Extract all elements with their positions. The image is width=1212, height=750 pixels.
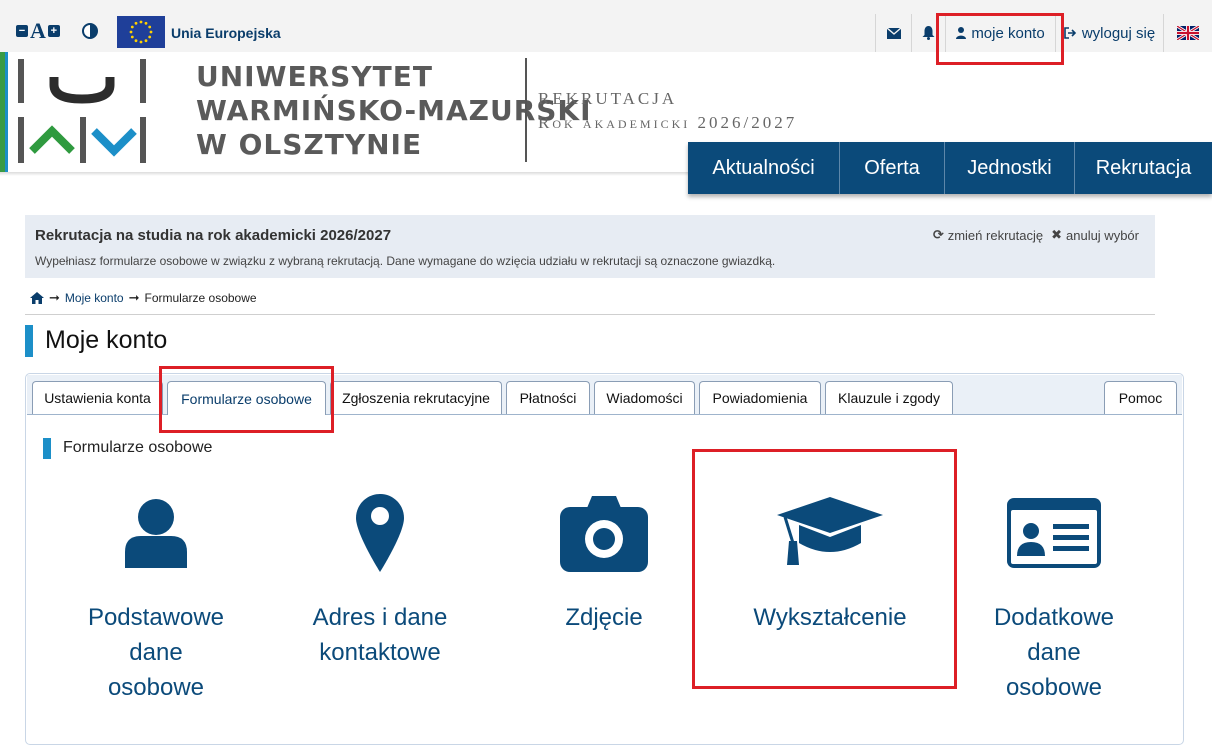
accessibility-controls: − A +	[16, 20, 60, 42]
university-logo[interactable]	[10, 57, 160, 167]
map-marker-icon	[270, 488, 490, 578]
decrease-font-icon[interactable]: −	[16, 25, 28, 37]
uk-flag-icon	[1177, 26, 1199, 40]
my-account-link[interactable]: moje konto	[945, 14, 1055, 52]
tab-personal-forms[interactable]: Formularze osobowe	[167, 381, 326, 415]
tab-notifications[interactable]: Powiadomienia	[699, 381, 821, 414]
recruitment-info-box: Rekrutacja na studia na rok akademicki 2…	[25, 215, 1155, 278]
page-title-accent	[25, 325, 33, 357]
tab-help[interactable]: Pomoc	[1104, 381, 1177, 414]
logout-link[interactable]: wyloguj się	[1055, 14, 1163, 52]
nav-item-aktualnosci[interactable]: Aktualności	[688, 142, 840, 194]
recruitment-heading: REKRUTACJA	[538, 89, 678, 108]
cancel-selection-link[interactable]: ✖ anuluj wybór	[1051, 227, 1139, 243]
page-title: Moje konto	[45, 326, 168, 354]
user-icon	[46, 488, 266, 578]
contrast-icon[interactable]	[82, 23, 98, 39]
envelope-icon	[886, 27, 901, 39]
tab-clauses-consents[interactable]: Klauzule i zgody	[825, 381, 953, 414]
university-name-line1: UNIWERSYTET	[196, 60, 433, 93]
cancel-selection-label: anuluj wybór	[1066, 227, 1139, 243]
tab-messages[interactable]: Wiadomości	[594, 381, 695, 414]
university-name-line3: W OLSZTYNIE	[196, 128, 423, 161]
logout-label: wyloguj się	[1081, 24, 1156, 42]
breadcrumb-current: Formularze osobowe	[144, 291, 257, 305]
refresh-icon: ⟳	[932, 227, 944, 242]
section-title: Formularze osobowe	[63, 439, 213, 456]
breadcrumb-arrow-icon: ➞	[128, 290, 140, 305]
card-basic-personal-data-label: Podstawowe dane osobowe	[87, 604, 225, 701]
recruitment-actions: ⟳ zmień rekrutację ✖ anuluj wybór	[925, 227, 1139, 243]
tab-recruitment-applications[interactable]: Zgłoszenia rekrutacyjne	[330, 381, 502, 414]
eu-label: Unia Europejska	[171, 25, 281, 41]
bell-icon	[922, 26, 935, 40]
notifications-button[interactable]	[911, 14, 945, 52]
card-address-contact-label: Adres i dane kontaktowe	[312, 604, 448, 666]
university-name: UNIWERSYTET WARMIŃSKO-MAZURSKI W OLSZTYN…	[196, 60, 592, 162]
academic-year-heading: Rok akademicki 2026/2027	[538, 113, 798, 132]
card-additional-personal-data-label: Dodatkowe dane osobowe	[993, 604, 1115, 701]
tab-payments[interactable]: Płatności	[506, 381, 590, 414]
nav-item-oferta[interactable]: Oferta	[840, 142, 945, 194]
header-shadow	[0, 172, 690, 176]
home-icon[interactable]	[30, 292, 44, 304]
card-photo[interactable]: Zdjęcie	[494, 488, 714, 635]
change-recruitment-label: zmień rekrutację	[947, 227, 1044, 243]
card-additional-personal-data[interactable]: Dodatkowe dane osobowe	[944, 488, 1164, 705]
card-education[interactable]: Wykształcenie	[720, 488, 940, 635]
breadcrumb-arrow-icon: ➞	[49, 290, 60, 305]
font-size-icon[interactable]: A	[30, 20, 46, 42]
section-title-accent	[43, 438, 51, 459]
header-accent-blue	[5, 52, 8, 172]
nav-item-rekrutacja[interactable]: Rekrutacja	[1075, 142, 1212, 194]
breadcrumb-divider	[25, 314, 1155, 315]
recruitment-info-title: Rekrutacja na studia na rok akademicki 2…	[35, 227, 392, 244]
card-photo-label: Zdjęcie	[565, 604, 643, 631]
card-address-contact[interactable]: Adres i dane kontaktowe	[270, 488, 490, 670]
sign-out-icon	[1064, 27, 1076, 39]
language-english-button[interactable]	[1163, 14, 1212, 52]
camera-icon	[494, 488, 714, 578]
eu-flag-icon	[117, 16, 165, 48]
main-navigation: Aktualności Oferta Jednostki Rekrutacja	[688, 142, 1212, 194]
card-education-label: Wykształcenie	[753, 604, 907, 631]
university-name-line2: WARMIŃSKO-MAZURSKI	[196, 94, 592, 127]
messages-button[interactable]	[875, 14, 911, 52]
recruitment-info-description: Wypełniasz formularze osobowe w związku …	[35, 254, 776, 268]
card-basic-personal-data[interactable]: Podstawowe dane osobowe	[46, 488, 266, 705]
id-card-icon	[944, 488, 1164, 578]
change-recruitment-link[interactable]: ⟳ zmień rekrutację	[933, 227, 1043, 243]
increase-font-icon[interactable]: +	[47, 25, 60, 37]
header-divider	[525, 58, 527, 162]
breadcrumb-my-account[interactable]: Moje konto	[65, 291, 124, 305]
user-small-icon	[956, 27, 967, 39]
my-account-label: moje konto	[971, 24, 1045, 42]
nav-item-jednostki[interactable]: Jednostki	[945, 142, 1075, 194]
graduation-cap-icon	[720, 488, 940, 578]
breadcrumb: ➞ Moje konto ➞ Formularze osobowe	[30, 290, 257, 306]
close-icon: ✖	[1051, 227, 1062, 242]
tab-account-settings[interactable]: Ustawienia konta	[32, 381, 163, 414]
